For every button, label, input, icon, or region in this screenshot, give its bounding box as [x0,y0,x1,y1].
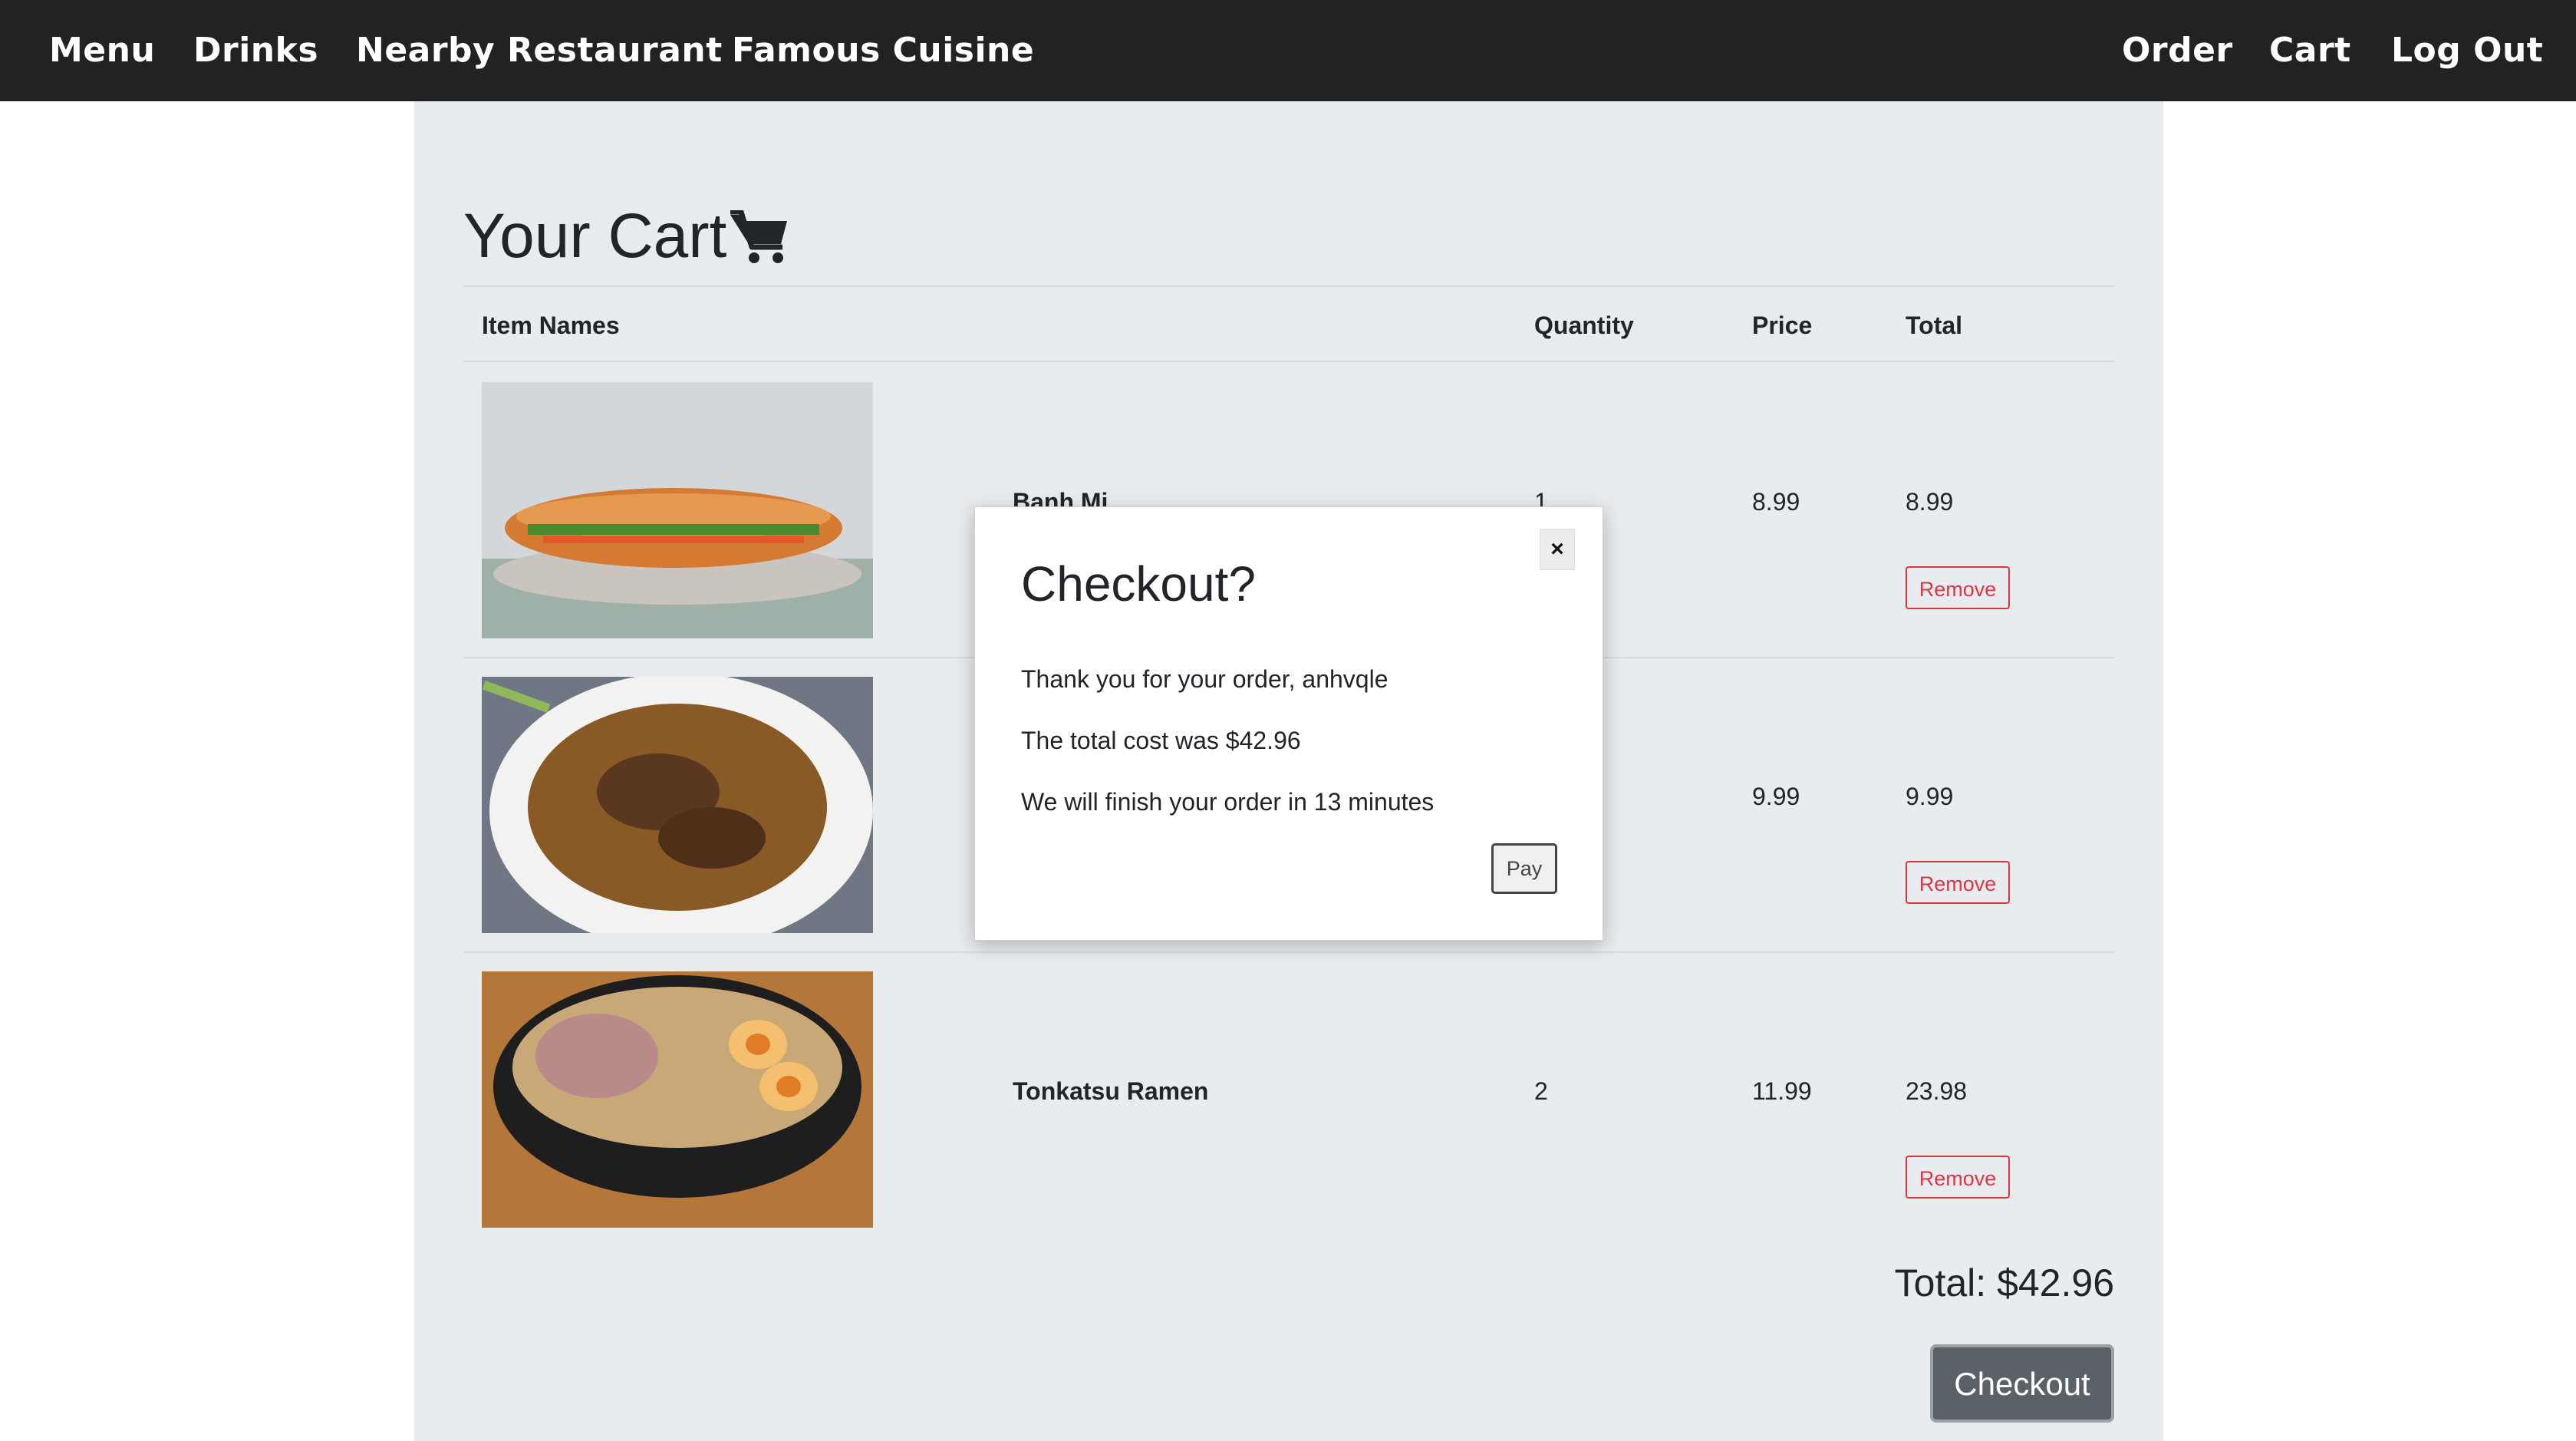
shopping-cart-icon [730,210,787,263]
row-divider [463,951,2114,953]
nav-link-order[interactable]: Order [2122,0,2233,101]
nav-link-famous-cuisine[interactable]: Famous Cuisine [732,0,1034,101]
item-total: 9.99 [1906,783,1954,810]
banh-mi-photo [482,382,873,638]
modal-title: Checkout? [1021,556,1256,612]
nav-link-nearby-restaurant[interactable]: Nearby Restaurant [356,0,723,101]
pay-button[interactable]: Pay [1491,843,1557,894]
table-top-divider [463,285,2114,287]
checkout-button[interactable]: Checkout [1930,1344,2114,1423]
navbar: Menu Drinks Nearby Restaurant Famous Cui… [0,0,2576,101]
header-item-names: Item Names [482,312,620,339]
nav-link-drinks[interactable]: Drinks [193,0,318,101]
checkout-modal: Checkout? × Thank you for your order, an… [974,506,1603,941]
modal-total-cost-text: The total cost was $42.96 [1021,727,1301,754]
modal-thank-you-text: Thank you for your order, anhvqle [1021,665,1388,693]
item-name: Tonkatsu Ramen [1013,1077,1209,1105]
ramen-photo [482,971,873,1228]
remove-button[interactable]: Remove [1906,861,2010,904]
nav-link-cart[interactable]: Cart [2269,0,2351,101]
stir-fried-noodles-photo [482,677,873,933]
item-price: 8.99 [1752,488,1800,516]
item-total: 23.98 [1906,1077,1968,1105]
page-title: Your Cart [463,201,727,271]
item-total: 8.99 [1906,488,1954,516]
header-quantity: Quantity [1534,312,1634,339]
remove-button[interactable]: Remove [1906,1156,2010,1199]
header-total: Total [1906,312,1963,339]
item-price: 9.99 [1752,783,1800,810]
close-icon[interactable]: × [1540,529,1575,570]
modal-eta-text: We will finish your order in 13 minutes [1021,788,1435,816]
item-quantity: 2 [1534,1077,1548,1105]
nav-link-logout[interactable]: Log Out [2391,0,2543,101]
table-header-divider [463,361,2114,362]
nav-link-menu[interactable]: Menu [49,0,155,101]
remove-button[interactable]: Remove [1906,566,2010,609]
item-price: 11.99 [1752,1077,1812,1105]
grand-total: Total: $42.96 [1894,1261,2114,1304]
header-price: Price [1752,312,1813,339]
